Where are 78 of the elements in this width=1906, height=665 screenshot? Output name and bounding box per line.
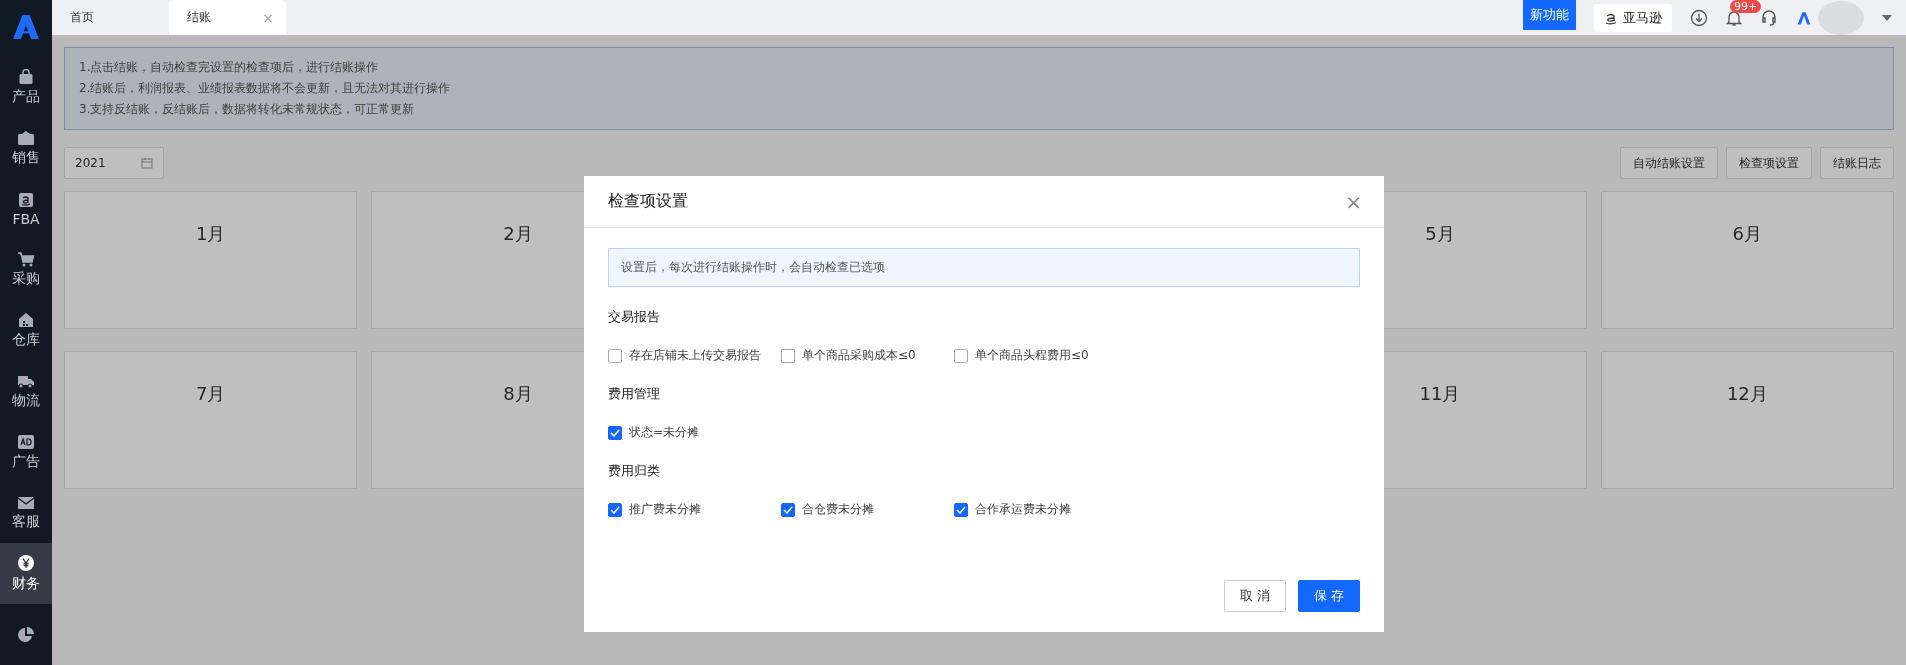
sidebar-item[interactable]: 产品 bbox=[0, 57, 52, 118]
notice-text: 1.点击结账，自动检查完设置的检查项后，进行结账操作 bbox=[79, 59, 380, 76]
sidebar-item[interactable]: 客服 bbox=[0, 482, 52, 544]
page-tab[interactable]: 首页 bbox=[52, 0, 169, 35]
caret-icon[interactable] bbox=[1882, 14, 1892, 21]
checkbox-option[interactable]: 合作承运费未分摊 bbox=[954, 501, 1127, 518]
sidebar-label: 财务 bbox=[12, 575, 40, 594]
sidebar-label: FBA bbox=[12, 210, 40, 227]
section-title: 费用管理 bbox=[608, 385, 661, 403]
amazon-icon bbox=[18, 191, 34, 208]
marketplace-button[interactable]: 亚马逊 bbox=[1594, 3, 1672, 32]
info-banner: 设置后，每次进行结账操作时，会自动检查已选项 bbox=[608, 248, 1360, 287]
close-icon[interactable]: × bbox=[1345, 189, 1362, 214]
sidebar-label: 仓库 bbox=[12, 331, 40, 350]
notice-text: 2.结账后，利润报表、业绩报表数据将不会更新，且无法对其进行操作 bbox=[79, 80, 452, 97]
month-card[interactable]: 12月 bbox=[1600, 351, 1894, 489]
download-icon[interactable] bbox=[1690, 8, 1708, 27]
pie-chart-icon bbox=[17, 625, 35, 644]
month-label: 12月 bbox=[1726, 382, 1768, 406]
headset-icon[interactable] bbox=[1760, 8, 1778, 27]
cancel-button[interactable]: 取 消 bbox=[1224, 580, 1286, 612]
checkbox[interactable] bbox=[781, 502, 795, 517]
month-label: 2月 bbox=[503, 222, 533, 246]
checkbox[interactable] bbox=[954, 502, 968, 517]
tab-label: 首页 bbox=[70, 9, 94, 26]
checkbox[interactable] bbox=[608, 425, 622, 440]
checkbox-option[interactable]: 单个商品采购成本≤0 bbox=[781, 347, 954, 364]
toolbar-button[interactable]: 自动结账设置 bbox=[1620, 147, 1718, 179]
sidebar-item[interactable]: 物流 bbox=[0, 361, 52, 422]
notification-count: 99+ bbox=[1730, 0, 1762, 13]
checkbox-option[interactable]: 合仓费未分摊 bbox=[781, 501, 954, 518]
sidebar-item[interactable]: FBA bbox=[0, 178, 52, 240]
sidebar-label: 物流 bbox=[12, 391, 40, 410]
mail-icon bbox=[17, 495, 35, 510]
tag-icon bbox=[17, 129, 35, 146]
calendar-icon bbox=[141, 157, 153, 169]
month-label: 5月 bbox=[1425, 222, 1455, 246]
ad-icon bbox=[17, 433, 35, 450]
sidebar-label: 广告 bbox=[12, 452, 40, 471]
sidebar-item[interactable]: 仓库 bbox=[0, 300, 52, 362]
checkbox[interactable] bbox=[781, 348, 795, 363]
year-picker[interactable]: 2021 bbox=[64, 147, 164, 179]
month-label: 11月 bbox=[1419, 382, 1461, 406]
checkbox[interactable] bbox=[608, 348, 622, 363]
checkbox[interactable] bbox=[608, 502, 622, 517]
tab-label: 结账 bbox=[187, 9, 211, 26]
month-card[interactable]: 6月 bbox=[1600, 191, 1894, 329]
bag-icon bbox=[18, 69, 34, 85]
sidebar-item[interactable]: 广告 bbox=[0, 421, 52, 483]
month-label: 8月 bbox=[503, 382, 533, 406]
toolbar-button[interactable]: 结账日志 bbox=[1820, 147, 1894, 179]
month-card[interactable]: 7月 bbox=[64, 351, 358, 489]
save-button[interactable]: 保 存 bbox=[1298, 580, 1360, 612]
checkbox-option[interactable]: 单个商品头程费用≤0 bbox=[954, 347, 1127, 364]
logo-icon bbox=[1796, 10, 1812, 25]
checkbox-option[interactable]: 推广费未分摊 bbox=[608, 501, 781, 518]
checkbox[interactable] bbox=[954, 348, 968, 363]
sidebar-label: 采购 bbox=[12, 270, 40, 289]
month-label: 1月 bbox=[195, 222, 226, 246]
month-label: 7月 bbox=[195, 382, 226, 406]
sidebar-label: 销售 bbox=[12, 148, 40, 167]
month-card[interactable]: 1月 bbox=[64, 191, 358, 329]
sidebar-label: 产品 bbox=[12, 88, 40, 106]
toolbar-button[interactable]: 检查项设置 bbox=[1726, 147, 1812, 179]
house-icon bbox=[18, 312, 34, 329]
month-label: 6月 bbox=[1732, 222, 1763, 246]
logo-icon bbox=[11, 14, 41, 40]
section-title: 费用归类 bbox=[608, 462, 661, 480]
notice-text: 3.支持反结账，反结账后，数据将转化未常规状态，可正常更新 bbox=[79, 101, 416, 118]
sidebar-label: 客服 bbox=[12, 512, 40, 531]
sidebar-item[interactable]: 采购 bbox=[0, 239, 52, 301]
sidebar-item[interactable]: 销售 bbox=[0, 117, 52, 179]
new-feature-badge[interactable]: 新功能 bbox=[1523, 0, 1576, 30]
sidebar-item[interactable]: 财务 bbox=[0, 543, 52, 605]
yen-icon bbox=[17, 554, 35, 573]
section-title: 交易报告 bbox=[608, 308, 661, 326]
page-tab[interactable]: 结账 × bbox=[169, 0, 286, 35]
cart-icon bbox=[17, 251, 35, 268]
